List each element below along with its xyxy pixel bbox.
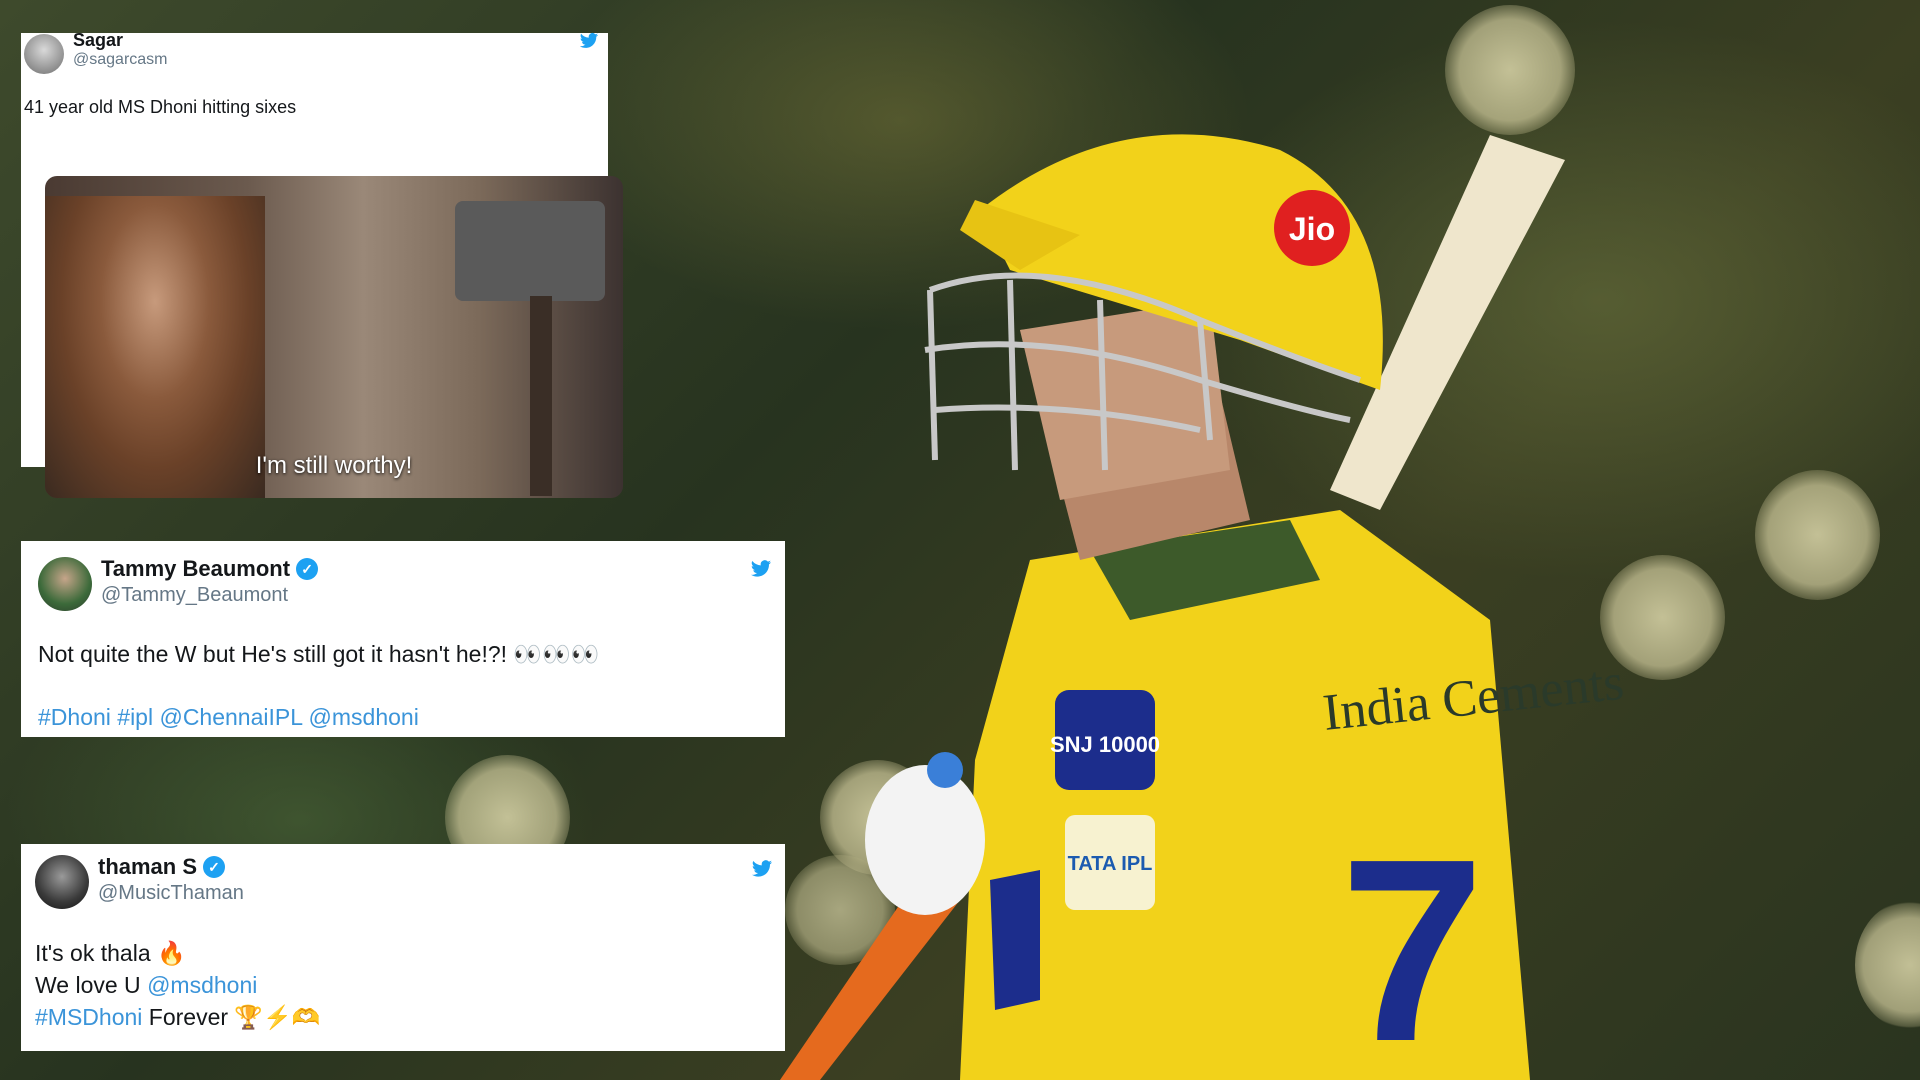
tweet-line-3-text: Forever 🏆⚡🫶 (142, 1004, 321, 1030)
twitter-bird-icon (579, 33, 599, 48)
hashtag-link[interactable]: #MSDhoni (35, 1004, 142, 1030)
twitter-bird-icon (750, 560, 772, 577)
twitter-bird-icon (751, 860, 773, 877)
mention-link[interactable]: @msdhoni (147, 972, 257, 998)
tweet-line-3: #MSDhoni Forever 🏆⚡🫶 (35, 1004, 320, 1031)
helmet-logo: Jio (1289, 211, 1335, 247)
avatar[interactable] (35, 855, 89, 909)
avatar[interactable] (24, 34, 64, 74)
meme-image[interactable]: I'm still worthy! (45, 176, 623, 498)
meme-caption: I'm still worthy! (255, 452, 413, 479)
author-name[interactable]: Tammy Beaumont ✓ (101, 556, 319, 582)
jersey-number: 7 (1340, 806, 1485, 1080)
tweet-card-tammy-beaumont[interactable]: Tammy Beaumont ✓ @Tammy_Beaumont Not quit… (21, 541, 785, 737)
tweet-hashtags[interactable]: #Dhoni #ipl @ChennaiIPL @msdhoni (38, 704, 419, 731)
author-handle[interactable]: @MusicThaman (98, 882, 244, 905)
tweet-text: Not quite the W but He's still got it ha… (38, 641, 600, 667)
author-name[interactable]: Sagar (73, 30, 123, 51)
tweet-card-sagar[interactable]: Sagar @sagarcasm 41 year old MS Dhoni hi… (21, 30, 623, 498)
author-name-text: thaman S (98, 854, 198, 879)
author-name[interactable]: thaman S ✓ (98, 854, 226, 880)
tweet-card-thaman-s[interactable]: thaman S ✓ @MusicThaman It's ok thala 🔥 W… (21, 844, 785, 1051)
ipl-badge: TATA IPL (1068, 853, 1153, 875)
verified-badge-icon: ✓ (203, 856, 226, 878)
meme-hammer (455, 201, 605, 301)
avatar[interactable] (38, 557, 92, 611)
sponsor-badge: SNJ 10000 (1050, 732, 1160, 757)
tweet-line-2: We love U @msdhoni (35, 972, 257, 999)
tweet-line-1: It's ok thala 🔥 (35, 940, 186, 966)
author-handle[interactable]: @sagarcasm (73, 51, 168, 69)
author-handle[interactable]: @Tammy_Beaumont (101, 584, 288, 607)
verified-badge-icon: ✓ (296, 558, 319, 580)
author-name-text: Tammy Beaumont (101, 556, 291, 581)
tweet-line-2-text: We love U (35, 972, 148, 998)
tweet-text: 41 year old MS Dhoni hitting sixes (24, 97, 297, 117)
